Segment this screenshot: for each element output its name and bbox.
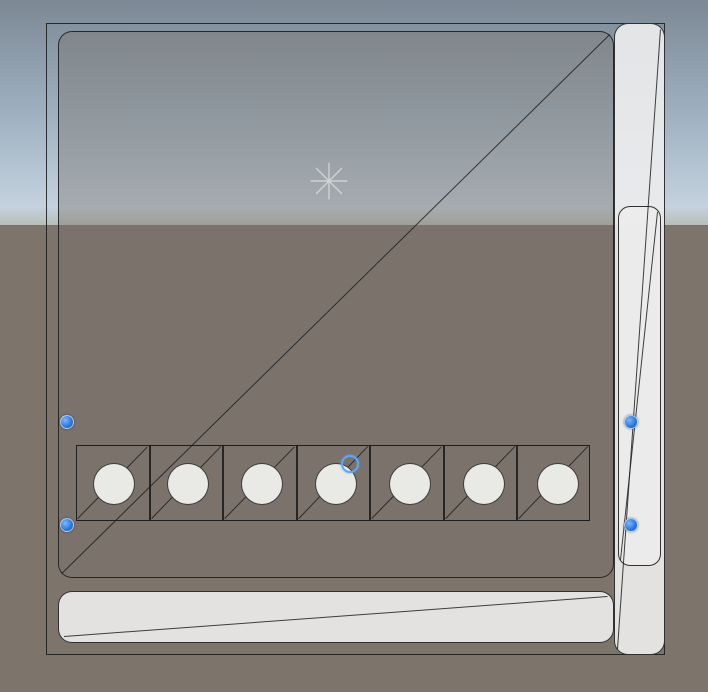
- rect-anchor-handle[interactable]: [60, 518, 74, 532]
- scene-viewport[interactable]: [0, 0, 708, 692]
- slot-circle-icon[interactable]: [463, 463, 505, 505]
- slot-circle-icon[interactable]: [241, 463, 283, 505]
- slot-circle-icon[interactable]: [389, 463, 431, 505]
- bottom-bar-panel[interactable]: [58, 591, 614, 643]
- slot-circle-icon[interactable]: [167, 463, 209, 505]
- slot-circle-icon[interactable]: [93, 463, 135, 505]
- light-gizmo-icon: [306, 158, 352, 204]
- slot-circle-icon[interactable]: [537, 463, 579, 505]
- rect-anchor-handle[interactable]: [60, 415, 74, 429]
- rect-anchor-handle[interactable]: [624, 518, 638, 532]
- rect-anchor-handle[interactable]: [624, 415, 638, 429]
- selection-ring-icon: [341, 455, 359, 473]
